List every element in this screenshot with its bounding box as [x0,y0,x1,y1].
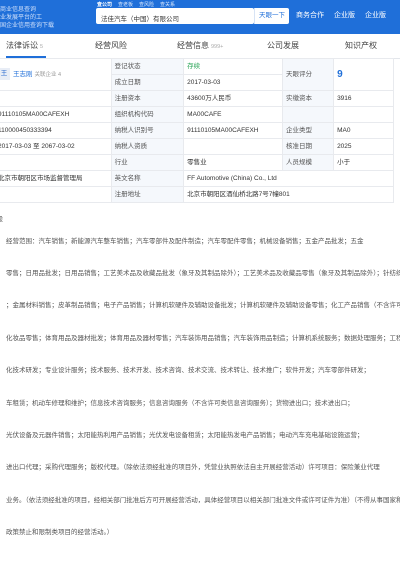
search-tab-company[interactable]: 查公司 [97,1,112,8]
tab-development-label: 公司发展 [267,41,299,50]
label-address: 注册地址 [110,186,185,203]
value-taxpayer-qual [183,138,284,155]
section-tabs: 法律诉讼 5 经营风险 经营信息 999+ 公司发展 知识产权 [0,34,400,59]
scope-label: 一般 [0,215,3,226]
value-org-code: MA00CAFE [183,106,284,123]
top-nav: 商务合作 企业版 企业版 [296,10,386,20]
table-row: 王王志刚 关联企业 4 登记状态 存续 天眼评分 9 [0,58,394,91]
search-tab-risk[interactable]: 查风险 [139,1,154,8]
value-approval-date: 2025 [333,138,394,155]
table-row: 2017-03-03 至 2067-03-02 纳税人资质 核准日期 2025 [0,138,394,155]
scope-line: 政策禁止和限制类项目的经营活动。） [6,529,114,537]
scope-line: 化妆品零售；体育用品及器材批发；体育用品及器材零售；汽车装饰用品销售；汽车装饰用… [6,334,400,342]
nav-business[interactable]: 商务合作 [296,10,324,20]
value-english-name: FF Automotive (China) Co., Ltd [183,170,394,187]
slogan-line-3: 全国企业信用查询下载 [0,23,55,29]
company-info-table: 王王志刚 关联企业 4 登记状态 存续 天眼评分 9 成立日期 2017-03-0… [0,58,394,203]
tab-legal[interactable]: 法律诉讼 5 [6,40,43,51]
label-blank [282,106,335,123]
scope-line: 光伏设备及元器件销售；太阳能热利用产品销售；光伏发电设备租赁；太阳能热发电产品销… [6,431,364,439]
tab-development[interactable]: 公司发展 [267,40,299,51]
search-tab-relation[interactable]: 查关系 [160,1,175,8]
table-row: 注册资本 43600万人民币 实缴资本 3916 [0,90,394,107]
value-business-term: 2017-03-03 至 2067-03-02 [0,138,112,155]
search-type-tabs: 查公司 查老板 查风险 查关系 [97,1,175,8]
scope-line: ；金属材料销售；皮革制品销售；电子产品销售；计算机软硬件及辅助设备批发；计算机软… [6,302,400,310]
label-founded: 成立日期 [110,74,185,91]
value-taxpayer-id: 91110105MA00CAFEXH [183,122,284,139]
value-credit-code: 91110105MA00CAFEXH [0,106,112,123]
scope-line: 经营范围：汽车销售；新能源汽车整车销售；汽车零部件及配件制造；汽车零配件零售；机… [6,237,364,245]
value-reg-status: 存续 [183,58,284,75]
tab-risk-label: 经营风险 [95,41,127,50]
empty-cell [0,186,112,203]
scope-text: 经营范围：汽车销售；新能源汽车整车销售；汽车零部件及配件制造；汽车零配件零售；机… [6,215,400,561]
value-industry: 零售业 [183,154,284,171]
label-score: 天眼评分 [282,58,335,91]
value-reg-authority: 北京市朝阳区市场监督管理局 [0,170,112,187]
tab-ip-label: 知识产权 [345,41,377,50]
value-score[interactable]: 9 [333,58,394,91]
scope-line: 化技术研发；专业设计服务；技术服务、技术开发、技术咨询、技术交流、技术转让、技术… [6,367,370,375]
slogan-line-2: 企业发展平台的工 [0,15,43,21]
scope-line: 车租赁；机动车修理和维护；信息技术咨询服务；信息咨询服务（不含许可类信息咨询服务… [6,399,354,407]
scope-line: 零售；日用品批发；日用品销售；工艺美术品及收藏品批发（象牙及其制品除外）；工艺美… [6,269,400,277]
legal-rep-name[interactable]: 王志刚 [13,71,33,78]
value-paid-capital: 3916 [333,90,394,107]
value-address[interactable]: 北京市朝阳区酒仙桥北路7号7幢801 [183,186,394,203]
table-row: 北京市朝阳区市场监督管理局 英文名称 FF Automotive (China)… [0,170,394,187]
related-companies[interactable]: 关联企业 4 [35,72,62,78]
site-slogan: 的商业信息查询 企业发展平台的工 全国企业信用查询下载 [0,6,76,30]
slogan-line-1: 的商业信息查询 [0,7,37,13]
value-company-type: MA0 [333,122,394,139]
table-row: 注册地址 北京市朝阳区酒仙桥北路7号7幢801 [0,186,394,203]
search-tab-boss[interactable]: 查老板 [118,1,133,8]
scope-line: 进出口代理；采购代理服务；版权代理。（除依法须经批准的项目外，凭营业执照依法自主… [6,464,380,472]
tab-operation-count: 999+ [211,44,224,50]
label-approval-date: 核准日期 [282,138,335,155]
label-staff-size: 人员规模 [282,154,335,171]
label-capital: 注册资本 [110,90,185,107]
label-english-name: 英文名称 [110,170,185,187]
legal-rep-cell: 王王志刚 关联企业 4 [0,58,112,91]
nav-enterprise-2[interactable]: 企业版 [365,10,386,20]
tab-legal-label: 法律诉讼 [6,41,38,50]
tab-operation-label: 经营信息 [177,41,209,50]
scope-line: 业务。（依法须经批准的项目，经相关部门批准后方可开展经营活动，具体经营项目以相关… [6,496,400,504]
tab-risk[interactable]: 经营风险 [95,40,127,51]
empty-cell [0,90,112,107]
label-taxpayer-id: 纳税人识别号 [110,122,185,139]
label-paid-capital: 实缴资本 [282,90,335,107]
label-org-code: 组织机构代码 [110,106,185,123]
value-staff-size: 小于 [333,154,394,171]
table-row: 110000450333394 纳税人识别号 91110105MA00CAFEX… [0,122,394,139]
value-founded: 2017-03-03 [183,74,284,91]
empty-cell [0,154,112,171]
search-input[interactable] [96,10,254,26]
top-bar: 的商业信息查询 企业发展平台的工 全国企业信用查询下载 查公司 查老板 查风险 … [0,0,400,34]
table-row: 行业 零售业 人员规模 小于 [0,154,394,171]
label-industry: 行业 [110,154,185,171]
value-capital: 43600万人民币 [183,90,284,107]
avatar: 王 [0,67,10,80]
value-blank [333,106,394,123]
tab-ip[interactable]: 知识产权 [345,40,377,51]
table-row: 91110105MA00CAFEXH 组织机构代码 MA00CAFE [0,106,394,123]
business-scope: 一般 经营范围：汽车销售；新能源汽车整车销售；汽车零部件及配件制造；汽车零配件零… [0,215,400,536]
nav-enterprise[interactable]: 企业版 [334,10,355,20]
label-company-type: 企业类型 [282,122,335,139]
search-button[interactable]: 天眼一下 [254,8,289,24]
label-taxpayer-qual: 纳税人资质 [110,138,185,155]
value-reg-number: 110000450333394 [0,122,112,139]
tab-operation[interactable]: 经营信息 999+ [177,40,223,51]
label-reg-status: 登记状态 [110,58,185,75]
search-box [96,8,254,26]
tab-legal-count: 5 [40,44,44,50]
